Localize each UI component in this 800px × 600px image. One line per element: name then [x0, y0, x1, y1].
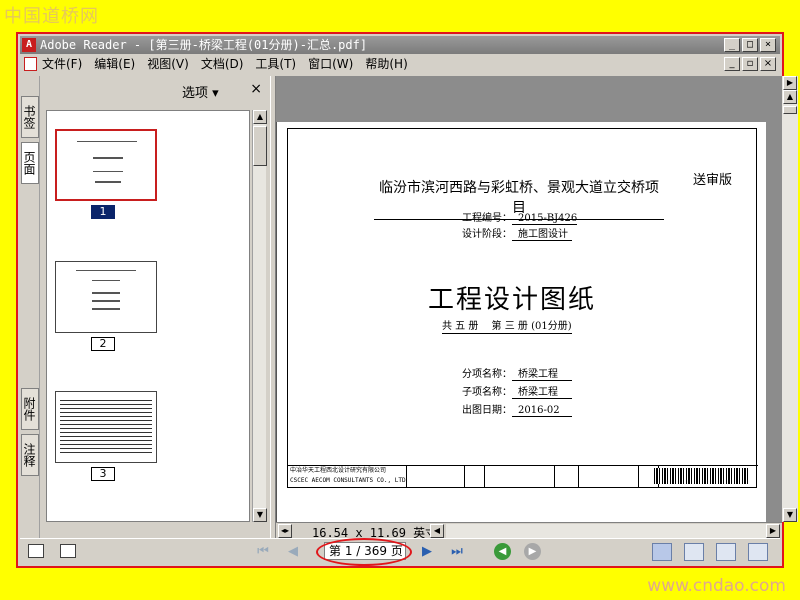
page-layout-icon[interactable] — [28, 544, 44, 558]
scroll-down-icon[interactable]: ▼ — [253, 508, 267, 522]
doc-close-button[interactable]: × — [760, 57, 776, 71]
item-value: 桥梁工程 — [512, 365, 572, 381]
document-icon[interactable] — [24, 57, 37, 71]
design-stage-label: 设计阶段： — [462, 229, 512, 240]
scroll-left-icon[interactable]: ◀ — [430, 524, 444, 538]
menu-window[interactable]: 窗口(W) — [308, 54, 353, 74]
subitem-value: 桥梁工程 — [512, 383, 572, 399]
scroll-up-icon[interactable]: ▲ — [253, 110, 267, 124]
scroll-right-icon[interactable]: ▶ — [766, 524, 780, 538]
split-view-icon[interactable]: ◂▸ — [278, 524, 292, 538]
tab-attachments[interactable]: 附件 — [21, 388, 39, 430]
tab-comments[interactable]: 注释 — [21, 434, 39, 476]
menu-help[interactable]: 帮助(H) — [365, 54, 407, 74]
menu-bar: 文件(F) 编辑(E) 视图(V) 文档(D) 工具(T) 窗口(W) 帮助(H… — [20, 54, 780, 74]
tab-bookmarks[interactable]: 书签 — [21, 96, 39, 138]
title-bar: A Adobe Reader - [第三册-桥梁工程(01分册)-汇总.pdf]… — [20, 36, 780, 54]
continuous-view-icon[interactable] — [684, 543, 704, 561]
tab-pages[interactable]: 页面 — [21, 142, 39, 184]
thumbnail-page-3[interactable] — [55, 391, 157, 463]
pdf-page: 送审版 临汾市滨河西路与彩虹桥、景观大道立交桥项目 工程编号： 2015-BJ42… — [276, 122, 766, 522]
thumbnail-number-3: 3 — [91, 467, 115, 481]
doc-minimize-button[interactable]: _ — [724, 57, 740, 71]
highlight-circle — [316, 538, 412, 566]
status-bar: ⏮ ◀ 第 1 / 369 页 ▶ ⏭ ◀ ▶ — [20, 538, 780, 566]
doc-restore-button[interactable]: ▫ — [742, 57, 758, 71]
title-block: 中冶华天工程西北设计研究有限公司 CSCEC AECOM CONSULTANTS… — [288, 465, 758, 488]
panel-close-button[interactable]: × — [250, 81, 262, 97]
previous-page-icon[interactable]: ◀ — [284, 543, 302, 561]
menu-file[interactable]: 文件(F) — [42, 54, 82, 74]
main-title: 工程设计图纸 — [428, 285, 597, 315]
design-stage: 施工图设计 — [512, 225, 572, 241]
project-no: 2015-BJ426 — [512, 213, 578, 225]
horizontal-scroll-track[interactable] — [446, 524, 766, 538]
thumbnail-page-2[interactable] — [55, 261, 157, 333]
menu-edit[interactable]: 编辑(E) — [94, 54, 135, 74]
menu-document[interactable]: 文档(D) — [201, 54, 244, 74]
close-button[interactable]: × — [760, 38, 776, 52]
doc-scroll-up-icon[interactable]: ▲ — [783, 90, 797, 104]
date-label: 出图日期： — [462, 405, 512, 416]
minimize-button[interactable]: _ — [724, 38, 740, 52]
document-area: 送审版 临汾市滨河西路与彩虹桥、景观大道立交桥项目 工程编号： 2015-BJ42… — [276, 76, 782, 522]
go-back-icon[interactable]: ◀ — [494, 543, 511, 560]
doc-scroll-thumb[interactable] — [783, 106, 797, 114]
menu-view[interactable]: 视图(V) — [147, 54, 189, 74]
first-page-icon[interactable]: ⏮ — [254, 543, 272, 561]
go-forward-icon[interactable]: ▶ — [524, 543, 541, 560]
collapse-panel-icon[interactable] — [60, 544, 76, 558]
next-page-icon[interactable]: ▶ — [418, 543, 436, 561]
volume-subtitle: 共 五 册 第 三 册 (01分册) — [442, 317, 572, 334]
watermark-top: 中国道桥网 — [4, 6, 99, 27]
panel-scroll-thumb[interactable] — [253, 126, 267, 166]
watermark-bottom: www.cndao.com — [647, 576, 786, 596]
doc-scroll-down-icon[interactable]: ▼ — [783, 508, 797, 522]
company-en: CSCEC AECOM CONSULTANTS CO., LTD — [290, 477, 406, 484]
pages-panel: 选项 ▾ × 1 2 3 ▲ ▼ — [42, 76, 270, 538]
barcode-icon — [654, 468, 750, 484]
thumbnail-number-1: 1 — [91, 205, 115, 219]
company-cn: 中冶华天工程西北设计研究有限公司 — [290, 467, 387, 474]
thumbnail-number-2: 2 — [91, 337, 115, 351]
adobe-reader-icon[interactable]: A — [22, 38, 36, 52]
horizontal-bar: ◂▸ 16.54 x 11.69 英寸 ◀ ▶ — [276, 522, 782, 540]
side-tabs: 书签 页面 附件 注释 — [20, 76, 40, 538]
continuous-facing-view-icon[interactable] — [748, 543, 768, 561]
thumbnail-list: 1 2 3 — [46, 110, 250, 522]
last-page-icon[interactable]: ⏭ — [448, 543, 466, 561]
date-value: 2016-02 — [512, 405, 572, 417]
send-review-label: 送审版 — [693, 173, 733, 188]
window-title: Adobe Reader - [第三册-桥梁工程(01分册)-汇总.pdf] — [40, 38, 368, 52]
menu-tools[interactable]: 工具(T) — [255, 54, 296, 74]
reader-window: A Adobe Reader - [第三册-桥梁工程(01分册)-汇总.pdf]… — [16, 32, 798, 568]
doc-scroll-right-icon[interactable]: ▶ — [783, 76, 797, 90]
maximize-button[interactable]: □ — [742, 38, 758, 52]
subitem-label: 子项名称： — [462, 387, 512, 398]
document-scrollbar[interactable]: ▶ ▲ ▼ — [782, 76, 798, 522]
single-page-view-icon[interactable] — [652, 543, 672, 561]
thumbnail-page-1[interactable] — [55, 129, 157, 201]
facing-view-icon[interactable] — [716, 543, 736, 561]
panel-scrollbar[interactable]: ▲ ▼ — [252, 110, 267, 522]
item-label: 分项名称： — [462, 369, 512, 380]
options-menu[interactable]: 选项 ▾ — [182, 82, 219, 101]
project-no-label: 工程编号： — [462, 213, 512, 224]
